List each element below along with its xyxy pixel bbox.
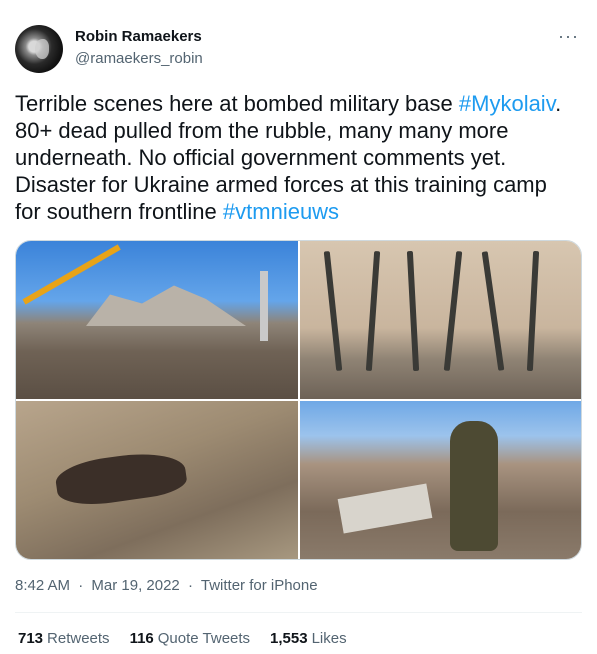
separator-dot: · [187, 577, 193, 594]
rifle-shape [365, 250, 380, 372]
photo-soldier[interactable] [299, 401, 581, 559]
divider [15, 612, 582, 613]
tweet-source[interactable]: Twitter for iPhone [201, 577, 318, 594]
engagement-stats: 713 Retweets 116 Quote Tweets 1,553 Likes [18, 630, 347, 647]
soldier-shape [449, 421, 498, 551]
rifle-shape [443, 251, 462, 371]
crane-shape [22, 244, 121, 305]
rifle-shape [526, 250, 539, 372]
tweet-text-segment: Terrible scenes here at bombed military … [15, 91, 459, 116]
likes-count: 1,553 [270, 630, 308, 647]
photo-debris[interactable] [16, 401, 298, 559]
photo-rubble-crane[interactable] [16, 241, 298, 399]
author-handle[interactable]: @ramaekers_robin [75, 50, 203, 67]
more-options-icon[interactable]: ··· [558, 26, 579, 47]
quote-tweets-count: 116 [129, 630, 154, 647]
tweet: Robin Ramaekers @ramaekers_robin ··· Ter… [0, 0, 597, 654]
retweets-label: Retweets [47, 630, 110, 647]
hashtag-vtmnieuws[interactable]: #vtmnieuws [223, 199, 339, 224]
rifle-shape [406, 250, 419, 372]
likes-link[interactable]: 1,553 Likes [270, 630, 347, 647]
rifle-shape [481, 251, 504, 371]
tweet-text: Terrible scenes here at bombed military … [15, 90, 575, 225]
slab-shape [337, 483, 432, 534]
rifle-shape [323, 251, 342, 371]
tweet-meta: 8:42 AM · Mar 19, 2022 · Twitter for iPh… [15, 577, 322, 594]
photo-rifles[interactable] [299, 241, 581, 399]
retweets-link[interactable]: 713 Retweets [18, 630, 110, 647]
rubble-shape [86, 285, 246, 326]
avatar[interactable] [15, 25, 63, 73]
media-grid [15, 240, 582, 560]
separator-dot: · [78, 577, 84, 594]
tower-shape [260, 271, 268, 341]
tweet-date[interactable]: Mar 19, 2022 [91, 577, 179, 594]
likes-label: Likes [311, 630, 347, 647]
quote-tweets-label: Quote Tweets [157, 630, 251, 647]
hashtag-mykolaiv[interactable]: #Mykolaiv [459, 91, 555, 116]
debris-shape [53, 447, 189, 510]
tweet-time[interactable]: 8:42 AM [15, 577, 70, 594]
retweets-count: 713 [18, 630, 44, 647]
quote-tweets-link[interactable]: 116 Quote Tweets [130, 630, 250, 647]
author-name[interactable]: Robin Ramaekers [75, 28, 202, 45]
